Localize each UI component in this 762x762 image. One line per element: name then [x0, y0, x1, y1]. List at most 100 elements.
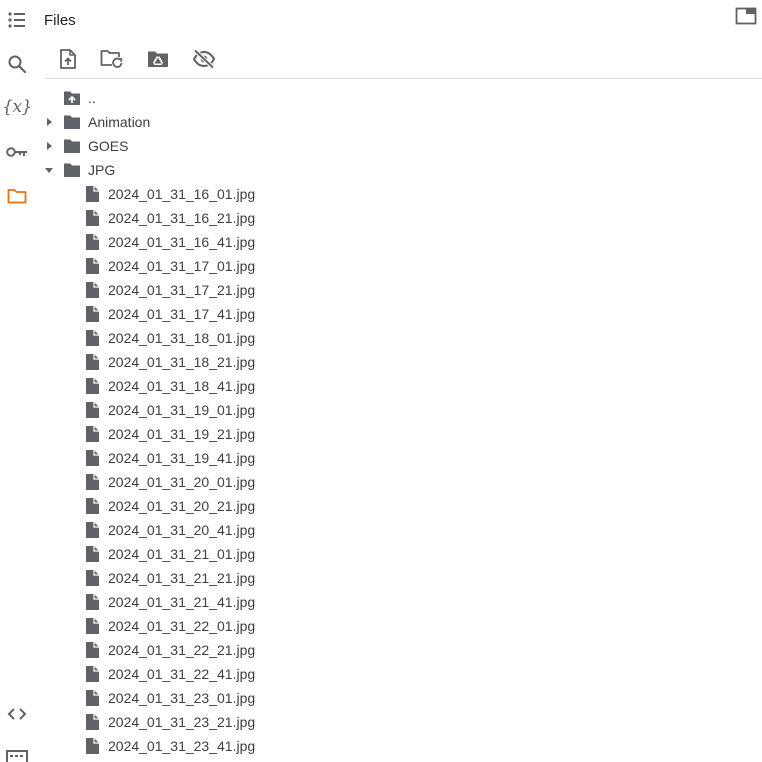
- tree-file[interactable]: 2024_01_31_21_01.jpg: [44, 542, 760, 566]
- open-in-window-button[interactable]: [735, 7, 757, 25]
- refresh-button[interactable]: [97, 44, 127, 74]
- rail-toc-button[interactable]: [4, 7, 30, 33]
- folder-refresh-icon: [100, 50, 123, 68]
- colab-files-panel: {x} Files .. Animation GOES JPG 2024_01_…: [0, 0, 762, 762]
- tree-file[interactable]: 2024_01_31_20_21.jpg: [44, 494, 760, 518]
- eye-off-icon: [192, 49, 216, 69]
- file-icon: [86, 690, 99, 706]
- tree-file-label: 2024_01_31_23_21.jpg: [108, 714, 256, 730]
- tree-file[interactable]: 2024_01_31_21_41.jpg: [44, 590, 760, 614]
- file-icon: [86, 330, 99, 346]
- folder-icon: [64, 115, 80, 129]
- tree-file[interactable]: 2024_01_31_22_01.jpg: [44, 614, 760, 638]
- tree-file-label: 2024_01_31_16_21.jpg: [108, 210, 256, 226]
- tree-file-label: 2024_01_31_23_01.jpg: [108, 690, 256, 706]
- tree-file[interactable]: 2024_01_31_17_21.jpg: [44, 278, 760, 302]
- tree-file[interactable]: 2024_01_31_19_01.jpg: [44, 398, 760, 422]
- folder-icon: [64, 163, 80, 177]
- file-icon: [86, 354, 99, 370]
- file-icon: [86, 210, 99, 226]
- file-icon: [86, 618, 99, 634]
- file-icon: [86, 594, 99, 610]
- files-toolbar: [44, 44, 254, 74]
- rail-search-button[interactable]: [4, 51, 30, 77]
- tree-file[interactable]: 2024_01_31_19_21.jpg: [44, 422, 760, 446]
- file-icon: [86, 282, 99, 298]
- list-icon: [8, 12, 25, 28]
- folder-up-icon: [64, 91, 80, 105]
- tree-parent-label: ..: [88, 90, 96, 106]
- drive-folder-icon: [148, 51, 168, 67]
- tree-file-label: 2024_01_31_22_41.jpg: [108, 666, 256, 682]
- file-icon: [86, 258, 99, 274]
- tree-file-label: 2024_01_31_19_21.jpg: [108, 426, 256, 442]
- tree-file[interactable]: 2024_01_31_19_41.jpg: [44, 446, 760, 470]
- upload-file-icon: [60, 49, 76, 69]
- file-icon: [86, 402, 99, 418]
- tree-file-label: 2024_01_31_22_21.jpg: [108, 642, 256, 658]
- caret-right-icon[interactable]: [44, 141, 54, 151]
- tree-file-label: 2024_01_31_18_21.jpg: [108, 354, 256, 370]
- tree-folder[interactable]: Animation: [44, 110, 760, 134]
- tree-file[interactable]: 2024_01_31_22_41.jpg: [44, 662, 760, 686]
- tree-folder-label: JPG: [88, 162, 116, 178]
- file-icon: [86, 666, 99, 682]
- file-icon: [86, 306, 99, 322]
- tree-file[interactable]: 2024_01_31_16_01.jpg: [44, 182, 760, 206]
- file-icon: [86, 474, 99, 490]
- tree-file-label: 2024_01_31_23_41.jpg: [108, 738, 256, 754]
- tree-file-label: 2024_01_31_20_41.jpg: [108, 522, 256, 538]
- tree-file[interactable]: 2024_01_31_16_41.jpg: [44, 230, 760, 254]
- tree-file-label: 2024_01_31_20_01.jpg: [108, 474, 256, 490]
- tree-file-label: 2024_01_31_16_41.jpg: [108, 234, 256, 250]
- file-icon: [86, 522, 99, 538]
- tree-file-label: 2024_01_31_18_41.jpg: [108, 378, 256, 394]
- upload-file-button[interactable]: [53, 44, 83, 74]
- file-icon: [86, 426, 99, 442]
- caret-right-icon[interactable]: [44, 117, 54, 127]
- tree-file-label: 2024_01_31_17_41.jpg: [108, 306, 256, 322]
- tree-file[interactable]: 2024_01_31_16_21.jpg: [44, 206, 760, 230]
- tree-file[interactable]: 2024_01_31_18_01.jpg: [44, 326, 760, 350]
- file-icon: [86, 498, 99, 514]
- tree-file-label: 2024_01_31_16_01.jpg: [108, 186, 256, 202]
- file-icon: [86, 450, 99, 466]
- search-icon: [8, 55, 27, 74]
- file-icon: [86, 570, 99, 586]
- tree-folder[interactable]: JPG: [44, 158, 760, 182]
- tree-file[interactable]: 2024_01_31_20_01.jpg: [44, 470, 760, 494]
- tree-file-label: 2024_01_31_20_21.jpg: [108, 498, 256, 514]
- tree-file-label: 2024_01_31_17_21.jpg: [108, 282, 256, 298]
- tree-file[interactable]: 2024_01_31_23_01.jpg: [44, 686, 760, 710]
- file-icon: [86, 234, 99, 250]
- tree-file[interactable]: 2024_01_31_22_21.jpg: [44, 638, 760, 662]
- caret-down-icon[interactable]: [44, 165, 54, 175]
- tree-folder-label: GOES: [88, 138, 129, 154]
- tree-file[interactable]: 2024_01_31_17_41.jpg: [44, 302, 760, 326]
- tree-file[interactable]: 2024_01_31_20_41.jpg: [44, 518, 760, 542]
- window-icon: [735, 7, 757, 25]
- file-icon: [86, 186, 99, 202]
- tree-file[interactable]: 2024_01_31_18_21.jpg: [44, 350, 760, 374]
- tree-file[interactable]: 2024_01_31_21_21.jpg: [44, 566, 760, 590]
- toggle-hidden-files-button[interactable]: [189, 44, 219, 74]
- tree-file[interactable]: 2024_01_31_18_41.jpg: [44, 374, 760, 398]
- tree-file[interactable]: 2024_01_31_23_21.jpg: [44, 710, 760, 734]
- tree-file-label: 2024_01_31_22_01.jpg: [108, 618, 256, 634]
- tree-file-label: 2024_01_31_21_41.jpg: [108, 594, 256, 610]
- tree-folder[interactable]: GOES: [44, 134, 760, 158]
- tree-file[interactable]: 2024_01_31_23_41.jpg: [44, 734, 760, 758]
- tree-file-label: 2024_01_31_21_01.jpg: [108, 546, 256, 562]
- file-icon: [86, 546, 99, 562]
- tree-file-label: 2024_01_31_19_41.jpg: [108, 450, 256, 466]
- tree-file-label: 2024_01_31_19_01.jpg: [108, 402, 256, 418]
- panel-title: Files: [44, 12, 76, 29]
- tree-file-label: 2024_01_31_18_01.jpg: [108, 330, 256, 346]
- tree-file[interactable]: 2024_01_31_17_01.jpg: [44, 254, 760, 278]
- file-icon: [86, 378, 99, 394]
- tree-file-label: 2024_01_31_17_01.jpg: [108, 258, 256, 274]
- file-tree: .. Animation GOES JPG 2024_01_31_16_01.jpg 2…: [0, 86, 762, 758]
- file-icon: [86, 642, 99, 658]
- tree-parent-dir[interactable]: ..: [44, 86, 760, 110]
- mount-drive-button[interactable]: [143, 44, 173, 74]
